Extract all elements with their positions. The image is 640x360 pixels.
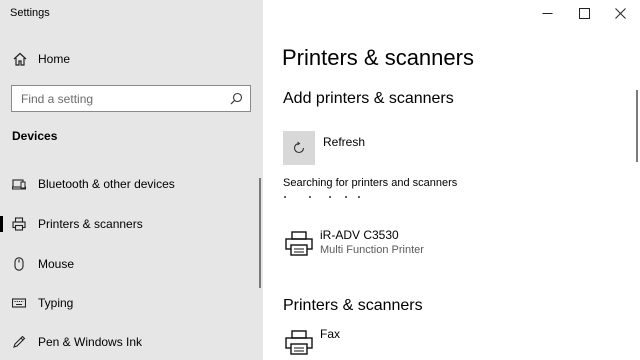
progress-dot [345, 196, 347, 198]
sidebar-item-printers[interactable]: Printers & scanners [0, 206, 258, 242]
printer-name: iR-ADV C3530 [320, 228, 399, 242]
refresh-button[interactable] [283, 131, 315, 165]
printer-icon [12, 217, 26, 231]
minimize-icon [542, 12, 552, 14]
maximize-button[interactable] [564, 0, 604, 26]
printers-list-heading: Printers & scanners [283, 297, 423, 314]
maximize-icon [578, 7, 590, 19]
sidebar-item-label: Bluetooth & other devices [38, 177, 175, 191]
sidebar-item-home[interactable]: Home [0, 46, 263, 72]
sidebar: Settings Home Devices Bluetooth & other … [0, 0, 263, 360]
printer-name: Fax [320, 327, 341, 341]
close-button[interactable] [600, 0, 640, 26]
printer-icon [285, 231, 313, 256]
home-label: Home [38, 52, 71, 66]
bluetooth-devices-icon [12, 179, 26, 190]
pen-icon [13, 335, 26, 348]
sidebar-scrollbar[interactable] [259, 178, 261, 288]
fax-printer-icon [285, 330, 313, 355]
main-scrollbar[interactable] [636, 90, 638, 162]
printer-type: Multi Function Printer [320, 244, 424, 256]
found-printer-item[interactable]: iR-ADV C3530 Multi Function Printer [282, 228, 582, 268]
section-title-devices: Devices [12, 129, 58, 143]
search-input[interactable] [12, 86, 222, 111]
installed-printer-item[interactable]: Fax [282, 327, 582, 360]
progress-dot [284, 196, 286, 198]
mouse-icon [14, 257, 24, 271]
page-title: Printers & scanners [282, 45, 474, 70]
add-printers-heading: Add printers & scanners [283, 90, 454, 107]
progress-dot [309, 196, 311, 198]
selection-indicator [0, 216, 3, 232]
progress-dot [358, 196, 360, 198]
sidebar-item-mouse[interactable]: Mouse [0, 246, 258, 282]
refresh-label[interactable]: Refresh [323, 135, 365, 149]
sidebar-item-label: Printers & scanners [38, 217, 143, 231]
search-status-text: Searching for printers and scanners [283, 177, 458, 189]
sidebar-item-label: Typing [38, 296, 74, 310]
refresh-icon [293, 141, 305, 154]
sidebar-item-typing[interactable]: Typing [0, 285, 258, 321]
sidebar-item-label: Mouse [38, 257, 75, 271]
search-icon[interactable] [230, 92, 243, 105]
progress-dot [329, 196, 331, 198]
close-icon [614, 7, 626, 19]
app-title: Settings [10, 7, 50, 19]
sidebar-item-bluetooth[interactable]: Bluetooth & other devices [0, 166, 258, 202]
sidebar-item-pen[interactable]: Pen & Windows Ink [0, 324, 258, 360]
sidebar-item-label: Pen & Windows Ink [38, 335, 143, 349]
keyboard-icon [12, 298, 26, 308]
search-box[interactable] [11, 85, 251, 112]
minimize-button[interactable] [527, 0, 567, 26]
progress-dots [283, 196, 403, 200]
home-icon [13, 52, 27, 66]
